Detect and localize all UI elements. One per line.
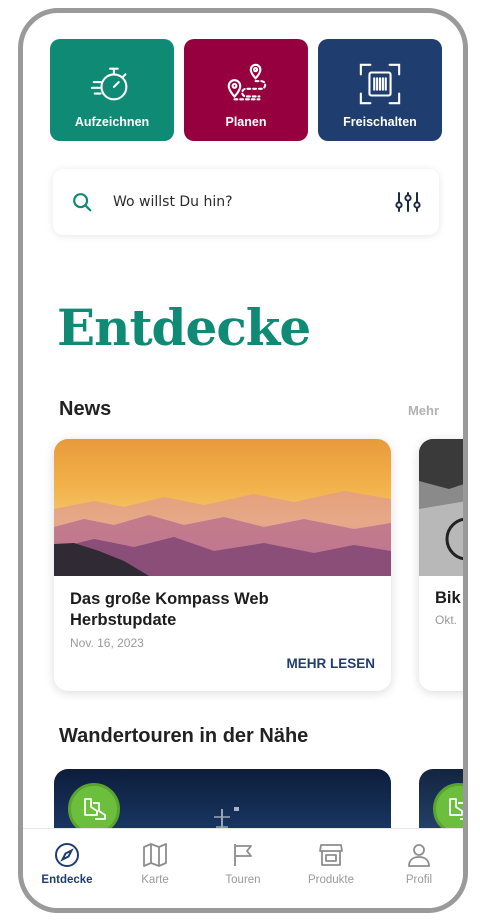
tours-section-header: Wandertouren in der Nähe bbox=[59, 725, 439, 748]
news-title: News bbox=[59, 398, 112, 420]
news-more-link[interactable]: Mehr bbox=[408, 403, 439, 418]
search-placeholder: Wo willst Du hin? bbox=[113, 194, 233, 210]
tab-karte[interactable]: Karte bbox=[115, 841, 195, 908]
app-screen: Aufzeichnen Planen Freischalten Wo wills… bbox=[23, 13, 463, 908]
hiking-boots-icon bbox=[84, 798, 106, 820]
plan-button-label: Planen bbox=[225, 115, 267, 129]
news-card-title: Das große Kompass Web Herbstupdate bbox=[70, 590, 269, 629]
store-icon bbox=[319, 844, 343, 866]
tab-label: Entdecke bbox=[41, 874, 93, 886]
stopwatch-icon bbox=[90, 67, 128, 101]
unlock-button-label: Freischalten bbox=[343, 115, 417, 129]
read-more-button[interactable]: MEHR LESEN bbox=[286, 656, 375, 671]
news-section-header: News Mehr bbox=[59, 398, 439, 421]
news-card-partial[interactable]: Bik Okt. bbox=[419, 439, 463, 691]
news-card-title: Bik bbox=[435, 589, 461, 607]
phone-frame: Aufzeichnen Planen Freischalten Wo wills… bbox=[18, 8, 468, 913]
tab-label: Profil bbox=[405, 874, 433, 886]
tab-touren[interactable]: Touren bbox=[203, 841, 283, 908]
record-button-label: Aufzeichnen bbox=[74, 115, 150, 129]
record-button[interactable]: Aufzeichnen bbox=[50, 39, 174, 141]
user-icon bbox=[408, 844, 430, 867]
flag-icon bbox=[234, 844, 252, 866]
news-card-date: Okt. bbox=[435, 613, 458, 627]
tours-title: Wandertouren in der Nähe bbox=[59, 725, 309, 747]
tab-label: Karte bbox=[141, 874, 169, 886]
tab-entdecke[interactable]: Entdecke bbox=[27, 841, 107, 908]
tab-label: Produkte bbox=[307, 874, 355, 886]
tab-produkte[interactable]: Produkte bbox=[291, 841, 371, 908]
bottom-tab-bar: Entdecke Karte Touren Produkte Profil bbox=[23, 828, 463, 908]
page-title: Entdecke bbox=[57, 298, 311, 357]
plan-button[interactable]: Planen bbox=[184, 39, 308, 141]
tab-profil[interactable]: Profil bbox=[379, 841, 459, 908]
news-card-date: Nov. 16, 2023 bbox=[70, 636, 144, 650]
search-icon bbox=[73, 193, 92, 212]
news-card-image bbox=[54, 439, 391, 576]
hiking-boots-icon bbox=[449, 798, 463, 820]
unlock-button[interactable]: Freischalten bbox=[318, 39, 442, 141]
filter-sliders-icon[interactable] bbox=[395, 191, 421, 213]
compass-icon bbox=[55, 843, 79, 867]
search-bar[interactable]: Wo willst Du hin? bbox=[53, 169, 439, 235]
barcode-scan-icon bbox=[359, 63, 401, 105]
news-card[interactable]: Das große Kompass Web Herbstupdate Nov. … bbox=[54, 439, 391, 691]
map-icon bbox=[143, 843, 167, 867]
tab-label: Touren bbox=[225, 874, 261, 886]
quick-actions: Aufzeichnen Planen Freischalten bbox=[50, 39, 442, 141]
route-planner-icon bbox=[227, 63, 267, 101]
news-card-image bbox=[419, 439, 463, 576]
